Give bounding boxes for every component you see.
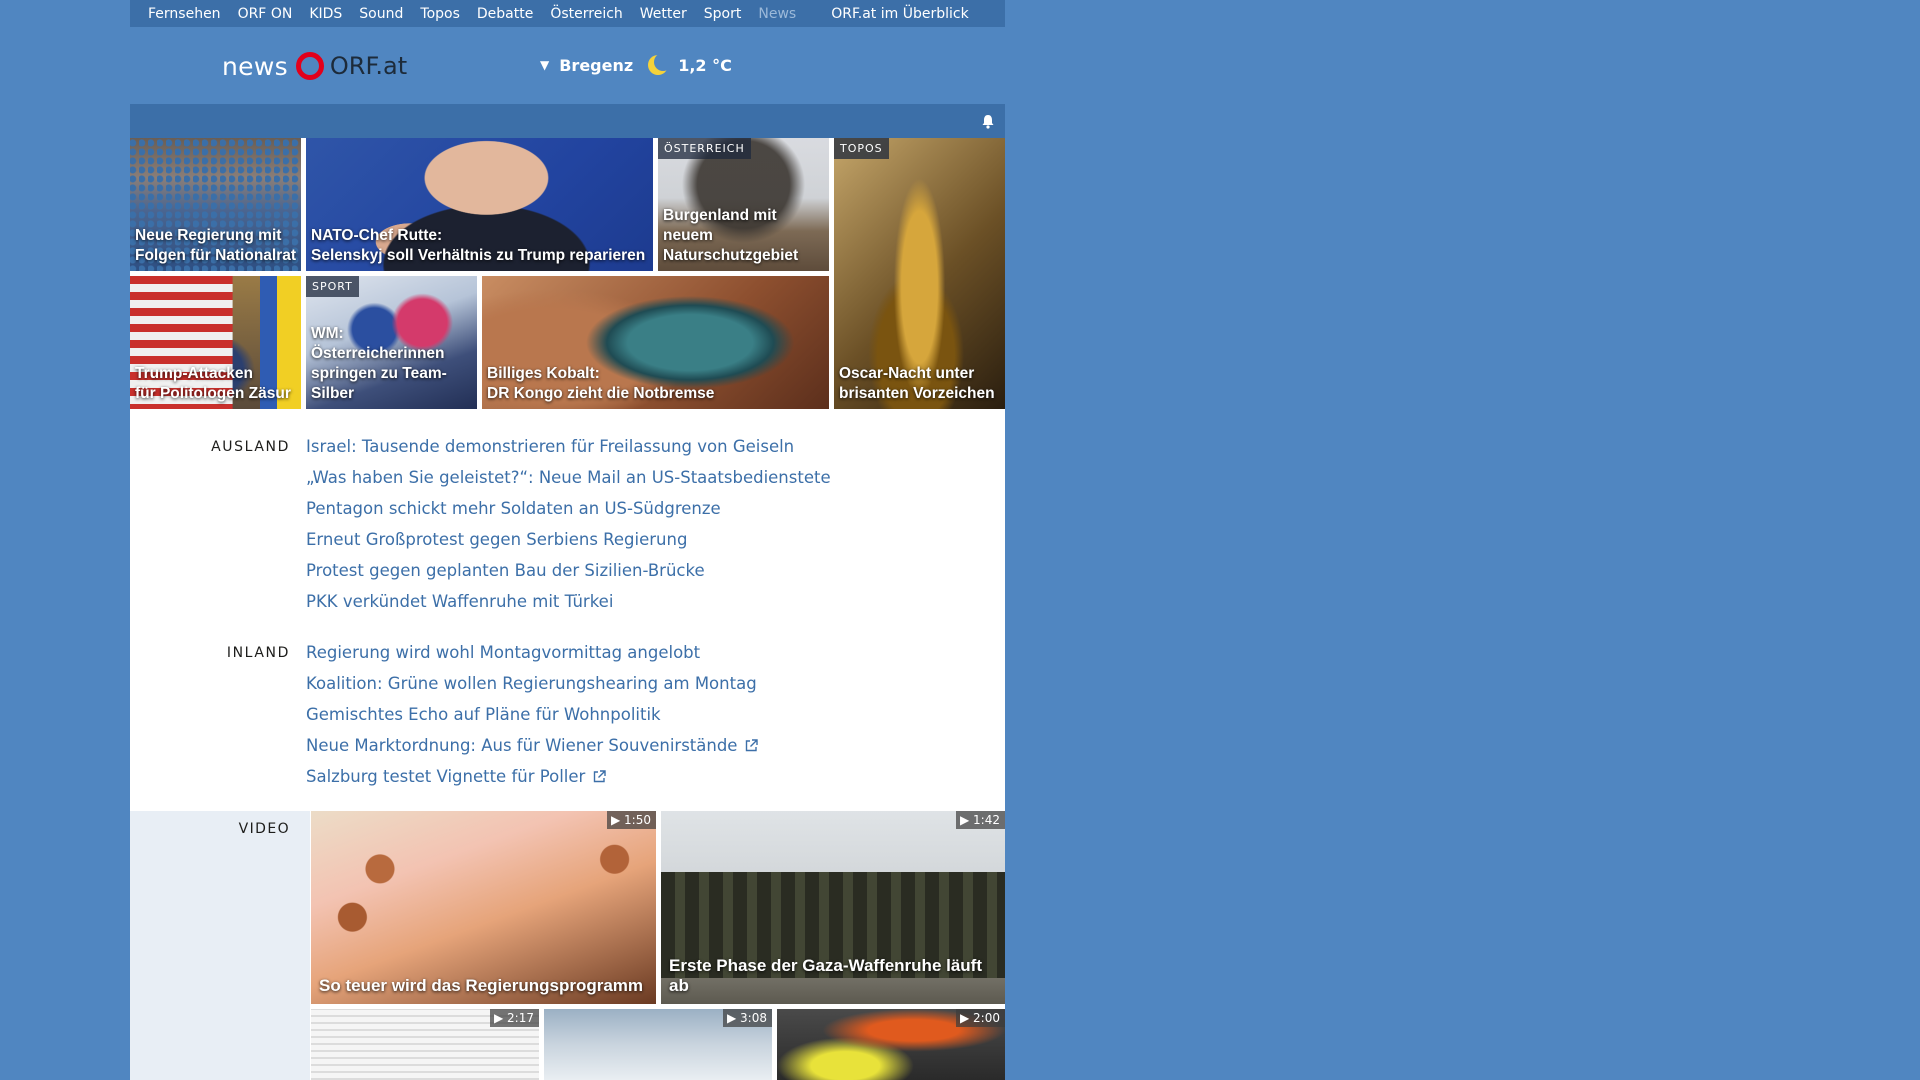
moon-icon: [648, 54, 670, 75]
story-tile-kobalt[interactable]: Billiges Kobalt: DR Kongo zieht die Notb…: [482, 276, 829, 409]
video-duration: ▶ 3:08: [723, 1009, 772, 1027]
caption-line: Trump-Attacken: [135, 365, 253, 382]
category-tag: TOPOS: [834, 138, 889, 159]
video-caption: So teuer wird das Regierungsprogramm: [319, 976, 644, 995]
story-tile-wm[interactable]: SPORT WM: Österreicherinnen springen zu …: [306, 276, 477, 409]
dropdown-triangle-icon: ▼: [540, 58, 550, 72]
duration-text: 1:50: [624, 813, 651, 827]
video-tile-fire[interactable]: ▶ 2:00: [777, 1009, 1005, 1080]
video-duration: ▶ 1:42: [956, 811, 1005, 829]
news-link[interactable]: Protest gegen geplanten Bau der Sizilien…: [306, 560, 831, 591]
caption-line: für Politologen Zäsur: [135, 385, 291, 402]
tile-caption: Oscar-Nacht unter brisanten Vorzeichen: [839, 364, 1001, 404]
category-tag: SPORT: [306, 276, 359, 297]
logo-news-text: news: [222, 51, 288, 81]
video-caption: Erste Phase der Gaza-Waffenruhe läuft ab: [669, 956, 983, 995]
video-duration: ▶ 2:17: [490, 1009, 539, 1027]
news-link[interactable]: Neue Marktordnung: Aus für Wiener Souven…: [306, 735, 759, 766]
caption-line: Billiges Kobalt:: [487, 365, 600, 382]
weather-city: Bregenz: [559, 55, 634, 75]
nav-item-debatte[interactable]: Debatte: [477, 6, 533, 22]
nav-item-oesterreich[interactable]: Österreich: [550, 6, 622, 22]
duration-text: 2:00: [973, 1011, 1000, 1025]
logo-orf-text: ORF.at: [329, 52, 408, 80]
sub-bar: [130, 104, 1005, 138]
news-link[interactable]: „Was haben Sie geleistet?“: Neue Mail an…: [306, 467, 831, 498]
video-tile-gaza[interactable]: ▶ 1:42 Erste Phase der Gaza-Waffenruhe l…: [661, 811, 1005, 1004]
weather-widget[interactable]: ▼ Bregenz 1,2 °C: [540, 54, 732, 76]
caption-line: WM: Österreicherinnen: [311, 325, 445, 362]
video-tile-regierungsprogramm[interactable]: ▶ 1:50 So teuer wird das Regierungsprogr…: [311, 811, 656, 1004]
caption-line: Folgen für Nationalrat: [135, 247, 297, 264]
news-list: Israel: Tausende demonstrieren für Freil…: [306, 436, 831, 622]
video-tile-skilift[interactable]: ▶ 3:08: [544, 1009, 772, 1080]
nav-item-sound[interactable]: Sound: [359, 6, 403, 22]
caption-line: DR Kongo zieht die Notbremse: [487, 385, 715, 402]
external-link-icon: [594, 770, 607, 783]
news-link[interactable]: Israel: Tausende demonstrieren für Freil…: [306, 436, 831, 467]
section-label: INLAND: [226, 645, 290, 661]
news-link[interactable]: Koalition: Grüne wollen Regierungshearin…: [306, 673, 758, 704]
section-label: AUSLAND: [211, 439, 290, 455]
duration-text: 2:17: [507, 1011, 534, 1025]
main-content: Neue Regierung mit Folgen für Nationalra…: [130, 138, 1005, 1080]
caption-line: NATO-Chef Rutte:: [311, 227, 443, 244]
nav-item-overview[interactable]: ORF.at im Überblick: [831, 6, 968, 22]
news-list: Regierung wird wohl Montagvormittag ange…: [306, 642, 759, 797]
news-link[interactable]: Pentagon schickt mehr Soldaten an US-Süd…: [306, 498, 831, 529]
weather-temperature: 1,2 °C: [678, 55, 732, 75]
story-tile-rutte[interactable]: NATO-Chef Rutte: Selenskyj soll Verhältn…: [306, 138, 653, 271]
video-duration: ▶ 1:50: [607, 811, 656, 829]
tile-caption: WM: Österreicherinnen springen zu Team-S…: [311, 324, 473, 404]
tile-caption: Neue Regierung mit Folgen für Nationalra…: [135, 226, 297, 266]
nav-item-topos[interactable]: Topos: [420, 6, 459, 22]
nav-item-orf-on[interactable]: ORF ON: [238, 6, 293, 22]
nav-item-news[interactable]: News: [758, 6, 796, 22]
news-link[interactable]: Gemischtes Echo auf Pläne für Wohnpoliti…: [306, 704, 758, 735]
nav-item-sport[interactable]: Sport: [704, 6, 742, 22]
news-link[interactable]: Regierung wird wohl Montagvormittag ange…: [306, 642, 758, 673]
nav-item-wetter[interactable]: Wetter: [640, 6, 687, 22]
caption-line: Neue Regierung mit: [135, 227, 282, 244]
bell-icon[interactable]: [981, 114, 995, 129]
caption-line: Burgenland mit neuem: [663, 207, 777, 244]
story-tile-trump[interactable]: Trump-Attacken für Politologen Zäsur: [130, 276, 301, 409]
tile-caption: Billiges Kobalt: DR Kongo zieht die Notb…: [487, 364, 825, 404]
page: Fernsehen ORF ON KIDS Sound Topos Debatt…: [0, 0, 1920, 1080]
news-orf-logo[interactable]: news ORF.at: [222, 48, 407, 84]
news-link-text: Salzburg testet Vignette für Poller: [306, 767, 586, 786]
category-tag: ÖSTERREICH: [658, 138, 751, 159]
caption-line: Oscar-Nacht unter: [839, 365, 975, 382]
news-link[interactable]: PKK verkündet Waffenruhe mit Türkei: [306, 591, 831, 622]
tile-caption: Burgenland mit neuem Naturschutzgebiet: [663, 206, 825, 266]
news-link[interactable]: Erneut Großprotest gegen Serbiens Regier…: [306, 529, 831, 560]
nav-item-kids[interactable]: KIDS: [309, 6, 342, 22]
top-navigation: Fernsehen ORF ON KIDS Sound Topos Debatt…: [130, 0, 1005, 27]
tile-caption: Trump-Attacken für Politologen Zäsur: [135, 364, 297, 404]
orf-ring-icon: [295, 52, 324, 80]
caption-line: brisanten Vorzeichen: [839, 385, 995, 402]
caption-line: Naturschutzgebiet: [663, 247, 799, 264]
external-link-icon: [746, 739, 759, 752]
section-label-video: VIDEO: [238, 821, 290, 837]
nav-item-fernsehen[interactable]: Fernsehen: [148, 6, 221, 22]
duration-text: 1:42: [973, 813, 1000, 827]
duration-text: 3:08: [740, 1011, 767, 1025]
video-rail: [130, 811, 310, 1080]
story-tile-oscar[interactable]: TOPOS Oscar-Nacht unter brisanten Vorzei…: [834, 138, 1005, 409]
story-tile-regierung[interactable]: Neue Regierung mit Folgen für Nationalra…: [130, 138, 301, 271]
caption-line: springen zu Team-Silber: [311, 365, 447, 402]
story-tile-burgenland[interactable]: ÖSTERREICH Burgenland mit neuem Natursch…: [658, 138, 829, 271]
news-link-text: Neue Marktordnung: Aus für Wiener Souven…: [306, 736, 738, 755]
video-tile-newspapers[interactable]: ▶ 2:17: [311, 1009, 539, 1080]
news-link[interactable]: Salzburg testet Vignette für Poller: [306, 766, 758, 797]
caption-line: Selenskyj soll Verhältnis zu Trump repar…: [311, 247, 646, 264]
tile-caption: NATO-Chef Rutte: Selenskyj soll Verhältn…: [311, 226, 649, 266]
video-duration: ▶ 2:00: [956, 1009, 1005, 1027]
